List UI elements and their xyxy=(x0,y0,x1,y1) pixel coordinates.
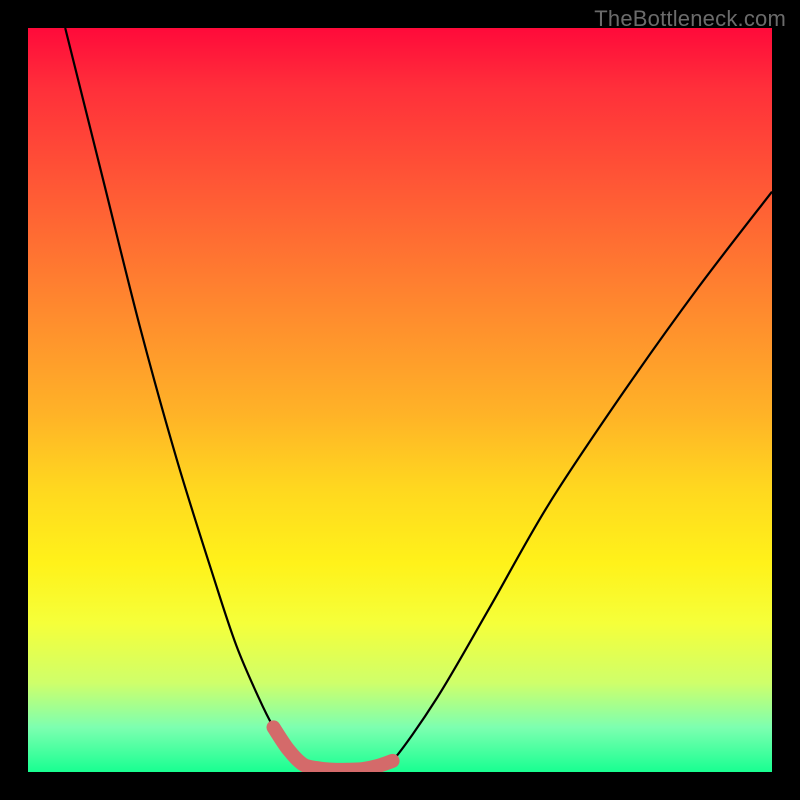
watermark-text: TheBottleneck.com xyxy=(594,6,786,32)
trough-highlight xyxy=(274,727,393,770)
chart-frame: TheBottleneck.com xyxy=(0,0,800,800)
curve-svg xyxy=(28,28,772,772)
curve-left-branch xyxy=(65,28,772,770)
plot-area xyxy=(28,28,772,772)
